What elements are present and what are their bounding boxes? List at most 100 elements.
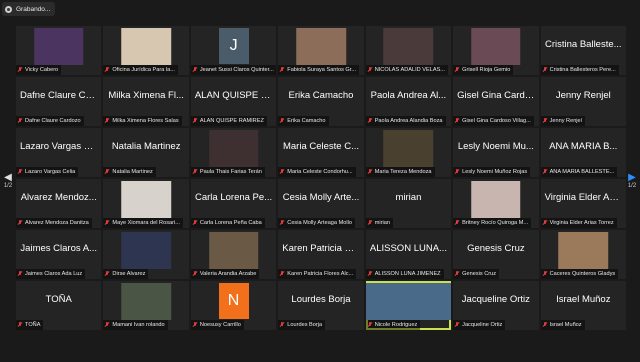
mic-muted-icon bbox=[105, 67, 109, 73]
participant-display-name: Milka Ximena Fl... bbox=[108, 90, 184, 101]
mic-muted-icon bbox=[105, 220, 109, 226]
record-icon bbox=[5, 5, 12, 13]
participant-name: Cristina Ballesteros Pere... bbox=[549, 67, 616, 73]
mic-muted-icon bbox=[105, 118, 109, 124]
video-feed bbox=[558, 232, 609, 269]
participant-name: Jacqueline Ortiz bbox=[462, 322, 503, 328]
participant-tile[interactable]: Milka Ximena Fl... Milka Ximena Flores Sa… bbox=[103, 77, 189, 126]
participant-name: Jaimes Claros Ada Luz bbox=[25, 271, 83, 277]
participant-display-name: Gisel Gina Cardo... bbox=[457, 90, 538, 101]
participant-tile[interactable]: Genesis Cruz Genesis Cruz bbox=[453, 230, 539, 279]
participant-name: Fabiola Suraya Santos Gr... bbox=[287, 67, 356, 73]
participant-tile[interactable]: Carla Lorena Pe... Carla Lorena Peña Caba bbox=[190, 179, 277, 228]
participant-tile[interactable]: Jacqueline Ortiz Jacqueline Ortiz bbox=[453, 281, 539, 330]
participant-tile[interactable]: Israel Muñoz Israel Muñoz bbox=[540, 281, 626, 330]
participant-tile[interactable]: Dafne Claure Ca... Dafne Claure Cardozo bbox=[16, 77, 102, 126]
participant-display-name: Genesis Cruz bbox=[467, 243, 525, 254]
participant-name-label: Jenny Renjel bbox=[540, 116, 585, 126]
participant-display-name: Maria Celeste C... bbox=[282, 141, 359, 152]
participant-tile[interactable]: mirian mirian bbox=[365, 179, 452, 228]
participant-tile[interactable]: TOÑA TOÑA bbox=[16, 281, 102, 330]
participant-tile[interactable]: ALISSON LUNA... ALISSON LUNA JIMENEZ bbox=[365, 230, 452, 279]
participant-tile[interactable]: Caceres Quinteros Gladys bbox=[540, 230, 626, 279]
mic-muted-icon bbox=[105, 271, 109, 277]
participant-tile[interactable]: Gisel Gina Cardo... Gisel Gina Cardoso Vi… bbox=[453, 77, 539, 126]
mic-muted-icon bbox=[18, 271, 22, 277]
participant-display-name: Dafne Claure Ca... bbox=[20, 90, 99, 101]
mic-muted-icon bbox=[543, 118, 547, 124]
participant-tile[interactable]: Virginia Elder Ari... Virginia Elder Aria… bbox=[540, 179, 626, 228]
participant-name-label: Lazaro Vargas Celia bbox=[16, 167, 79, 177]
participant-name-label: TOÑA bbox=[16, 320, 44, 330]
participant-tile[interactable]: Fabiola Suraya Santos Gr... bbox=[278, 26, 364, 75]
participant-tile[interactable]: Oficina Jurídica Para la... bbox=[103, 26, 189, 75]
participant-tile[interactable]: Lazaro Vargas C... Lazaro Vargas Celia bbox=[16, 128, 102, 177]
participant-tile[interactable]: Nicole Rodriguez bbox=[365, 281, 452, 330]
participant-tile[interactable]: J Jeanet Sussi Claros Quinter... bbox=[190, 26, 277, 75]
participant-tile[interactable]: Maria Tereza Mendoza bbox=[365, 128, 452, 177]
participant-tile[interactable]: Erika Camacho Erika Camacho bbox=[278, 77, 364, 126]
participant-tile[interactable]: N Noesusy Carrillo bbox=[190, 281, 277, 330]
participant-tile[interactable]: Lesly Noemi Mu... Lesly Noemi Muñoz Rojas bbox=[453, 128, 539, 177]
participant-name: mirian bbox=[374, 220, 390, 226]
participant-name: Milka Ximena Flores Salas bbox=[112, 118, 179, 124]
participant-tile[interactable]: Jenny Renjel Jenny Renjel bbox=[540, 77, 626, 126]
participant-tile[interactable]: Cesia Molly Arte... Cesia Molly Arteaga M… bbox=[278, 179, 364, 228]
participant-name-label: NICOLAS ADALID VELAS... bbox=[365, 65, 448, 75]
avatar: J bbox=[218, 28, 249, 64]
participant-tile[interactable]: Karen Patricia Fl... Karen Patricia Flore… bbox=[278, 230, 364, 279]
next-page-button[interactable]: ▶ 1/2 bbox=[626, 172, 638, 189]
participant-name-label: Paola Andrea Alandia Boza bbox=[365, 116, 446, 126]
participant-tile[interactable]: Maye Xiomara del Rosari... bbox=[103, 179, 189, 228]
participant-tile[interactable]: Dirse Alvarez bbox=[103, 230, 189, 279]
participant-tile[interactable]: Lourdes Borja Lourdes Borja bbox=[278, 281, 364, 330]
participant-name: Nicole Rodriguez bbox=[374, 322, 418, 328]
participant-name-label: Lesly Noemi Muñoz Rojas bbox=[453, 167, 531, 177]
participant-display-name: Lesly Noemi Mu... bbox=[457, 141, 534, 152]
participant-display-name: mirian bbox=[395, 192, 422, 203]
participant-tile[interactable]: Alvarez Mendoz... Alvarez Mendoza Danitza bbox=[16, 179, 102, 228]
participant-tile[interactable]: Grisell Rioja Gemio bbox=[453, 26, 539, 75]
participant-tile[interactable]: Paula Thais Farias Terán bbox=[190, 128, 277, 177]
participant-tile[interactable]: Cristina Balleste... Cristina Ballesteros… bbox=[540, 26, 626, 75]
mic-muted-icon bbox=[280, 220, 284, 226]
mic-muted-icon bbox=[18, 169, 22, 175]
gallery-grid: Vicky Cabero Oficina Jurídica Para la... J… bbox=[16, 26, 626, 330]
participant-tile[interactable]: NICOLAS ADALID VELAS... bbox=[365, 26, 452, 75]
participant-display-name: Alvarez Mendoz... bbox=[20, 192, 97, 203]
participant-name: Maria Tereza Mendoza bbox=[374, 169, 432, 175]
participant-tile[interactable]: Mamani Ivan rolando bbox=[103, 281, 189, 330]
participant-name: NICOLAS ADALID VELAS... bbox=[374, 67, 445, 73]
participant-name-label: Genesis Cruz bbox=[453, 269, 500, 279]
participant-name-label: Paula Thais Farias Terán bbox=[190, 167, 265, 177]
participant-tile[interactable]: ANA MARIA B... ANA MARIA BALLESTE... bbox=[540, 128, 626, 177]
mic-muted-icon bbox=[455, 322, 459, 328]
participant-tile[interactable]: Britney Rocío Quiroga M... bbox=[453, 179, 539, 228]
participant-tile[interactable]: Valeria Arandia Arzabe bbox=[190, 230, 277, 279]
prev-page-button[interactable]: ◀ 1/2 bbox=[2, 172, 14, 189]
participant-tile[interactable]: ALAN QUISPE R... ALAN QUISPE RAMIREZ bbox=[190, 77, 277, 126]
participant-tile[interactable]: Maria Celeste C... Maria Celeste Condorhu… bbox=[278, 128, 364, 177]
mic-muted-icon bbox=[193, 67, 197, 73]
recording-indicator[interactable]: Grabando... bbox=[2, 2, 56, 16]
mic-muted-icon bbox=[105, 169, 109, 175]
mic-muted-icon bbox=[543, 169, 547, 175]
participant-name-label: Britney Rocío Quiroga M... bbox=[453, 218, 532, 228]
participant-name: Maria Celeste Condorhu... bbox=[287, 169, 353, 175]
participant-name: Dirse Alvarez bbox=[112, 271, 146, 277]
participant-display-name: Lourdes Borja bbox=[291, 294, 351, 305]
participant-display-name: Virginia Elder Ari... bbox=[544, 192, 623, 203]
participant-display-name: Natalia Martinez bbox=[111, 141, 181, 152]
participant-name: Paula Thais Farias Terán bbox=[199, 169, 262, 175]
mic-muted-icon bbox=[280, 322, 284, 328]
video-feed bbox=[121, 181, 171, 218]
participant-tile[interactable]: Natalia Martinez Natalia Martinez bbox=[103, 128, 189, 177]
participant-display-name: Carla Lorena Pe... bbox=[195, 192, 273, 203]
participant-tile[interactable]: Paola Andrea Al... Paola Andrea Alandia B… bbox=[365, 77, 452, 126]
mic-muted-icon bbox=[18, 322, 22, 328]
participant-tile[interactable]: Jaimes Claros A... Jaimes Claros Ada Luz bbox=[16, 230, 102, 279]
zoom-window: Grabando... ◀ 1/2 Vicky Cabero Oficina Ju… bbox=[0, 0, 640, 362]
participant-tile[interactable]: Vicky Cabero bbox=[16, 26, 102, 75]
participant-name: Mamani Ivan rolando bbox=[112, 322, 165, 328]
participant-display-name: Cesia Molly Arte... bbox=[282, 192, 360, 203]
